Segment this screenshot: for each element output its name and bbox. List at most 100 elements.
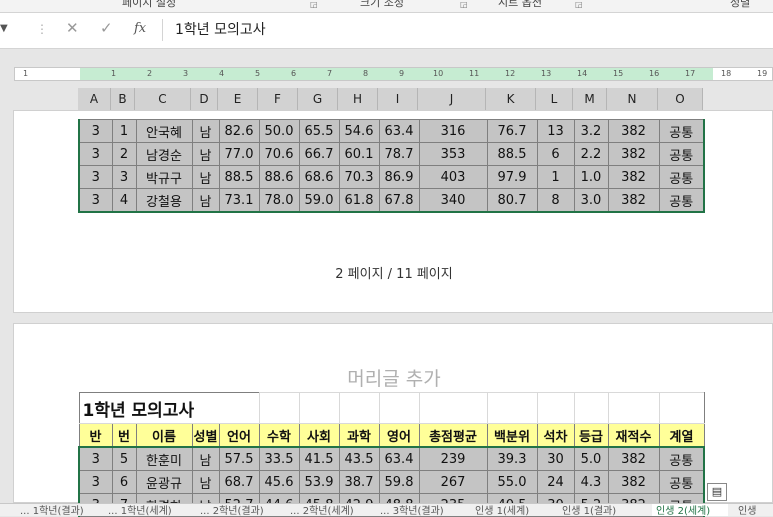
cell[interactable] — [298, 392, 340, 424]
cell[interactable]: 382 — [607, 446, 660, 471]
column-header-f[interactable]: F — [258, 88, 298, 110]
header-cell[interactable]: 영어 — [378, 423, 420, 448]
cell[interactable]: 382 — [607, 119, 660, 143]
cell[interactable]: 5 — [111, 446, 137, 471]
cell[interactable]: 4 — [111, 188, 137, 213]
cell[interactable]: 1.0 — [573, 165, 609, 189]
cell[interactable]: 공통 — [658, 470, 705, 494]
header-cell[interactable]: 성별 — [191, 423, 220, 448]
cell[interactable]: 59.0 — [298, 188, 340, 213]
cell[interactable] — [338, 392, 380, 424]
column-header-i[interactable]: I — [378, 88, 418, 110]
cell[interactable]: 97.9 — [486, 165, 538, 189]
cell[interactable]: 3.0 — [573, 188, 609, 213]
cell[interactable] — [486, 392, 538, 424]
cell[interactable]: 77.0 — [218, 142, 260, 166]
active-sheet-tab[interactable]: 인생 2(세계) — [652, 504, 728, 516]
column-header-g[interactable]: G — [298, 88, 338, 110]
cell[interactable]: 53.9 — [298, 470, 340, 494]
cell[interactable]: 윤광규 — [135, 470, 193, 494]
cell[interactable]: 88.5 — [486, 142, 538, 166]
header-cell[interactable]: 재적수 — [607, 423, 660, 448]
formula-input[interactable]: 1학년 모의고사 — [162, 19, 773, 41]
paste-options-icon[interactable]: ▤ — [707, 483, 727, 501]
cell[interactable]: 1 — [536, 165, 575, 189]
cell[interactable]: 남 — [191, 142, 220, 166]
cell[interactable]: 66.7 — [298, 142, 340, 166]
header-cell[interactable]: 총점평균 — [418, 423, 488, 448]
cell[interactable]: 33.5 — [258, 446, 300, 471]
cell[interactable]: 382 — [607, 165, 660, 189]
header-cell[interactable]: 등급 — [573, 423, 609, 448]
cell[interactable]: 61.8 — [338, 188, 380, 213]
cell[interactable] — [573, 392, 609, 424]
cell[interactable]: 24 — [536, 470, 575, 494]
column-header-e[interactable]: E — [218, 88, 258, 110]
sheet-options-launcher-icon[interactable]: ◲ — [575, 0, 583, 9]
cell[interactable]: 38.7 — [338, 470, 380, 494]
cell[interactable]: 239 — [418, 446, 488, 471]
cell[interactable]: 382 — [607, 470, 660, 494]
cell[interactable]: 54.6 — [338, 119, 380, 143]
cell[interactable] — [418, 392, 488, 424]
cell[interactable]: 3 — [78, 165, 113, 189]
cell[interactable]: 공통 — [658, 142, 705, 166]
cell[interactable]: 403 — [418, 165, 488, 189]
insert-function-button[interactable]: fx — [134, 21, 146, 36]
cell[interactable]: 30 — [536, 446, 575, 471]
column-header-n[interactable]: N — [607, 88, 658, 110]
cell[interactable]: 공통 — [658, 188, 705, 213]
confirm-edit-button[interactable]: ✓ — [100, 19, 113, 37]
cell[interactable]: 39.3 — [486, 446, 538, 471]
cell[interactable]: 남 — [191, 165, 220, 189]
cell[interactable]: 안국혜 — [135, 119, 193, 143]
cell[interactable]: 340 — [418, 188, 488, 213]
scale-launcher-icon[interactable]: ◲ — [460, 0, 468, 9]
cell[interactable]: 63.4 — [378, 446, 420, 471]
cell[interactable]: 68.7 — [218, 470, 260, 494]
cell[interactable]: 3 — [111, 165, 137, 189]
column-header-o[interactable]: O — [658, 88, 703, 110]
cell[interactable]: 80.7 — [486, 188, 538, 213]
column-header-b[interactable]: B — [111, 88, 135, 110]
cell[interactable]: 267 — [418, 470, 488, 494]
ribbon-group-scale[interactable]: 크기 조정 — [360, 0, 404, 10]
cell[interactable]: 남경순 — [135, 142, 193, 166]
cell[interactable]: 88.6 — [258, 165, 300, 189]
header-cell[interactable]: 수학 — [258, 423, 300, 448]
header-cell[interactable]: 계열 — [658, 423, 705, 448]
cell[interactable]: 남 — [191, 446, 220, 471]
cell[interactable]: 50.0 — [258, 119, 300, 143]
cell[interactable]: 2.2 — [573, 142, 609, 166]
cell[interactable]: 55.0 — [486, 470, 538, 494]
name-box-dropdown-icon[interactable]: ▼ — [0, 23, 8, 34]
cell[interactable]: 6 — [111, 470, 137, 494]
cell[interactable]: 63.4 — [378, 119, 420, 143]
ribbon-group-page-setup[interactable]: 페이지 설정 — [122, 0, 176, 10]
header-cell[interactable]: 사회 — [298, 423, 340, 448]
header-cell[interactable]: 석차 — [536, 423, 575, 448]
column-header-m[interactable]: M — [573, 88, 607, 110]
header-cell[interactable]: 번 — [111, 423, 137, 448]
sheet-tab[interactable]: ... 3학년(결과) — [380, 504, 444, 516]
cell[interactable]: 78.7 — [378, 142, 420, 166]
header-cell[interactable]: 반 — [78, 423, 113, 448]
cell[interactable]: 3.2 — [573, 119, 609, 143]
cell[interactable]: 13 — [536, 119, 575, 143]
sheet-tab[interactable]: 인생 1(세계) — [475, 504, 529, 516]
page-setup-launcher-icon[interactable]: ◲ — [310, 0, 318, 9]
cell[interactable]: 6 — [536, 142, 575, 166]
sheet-tab[interactable]: 인생 1(결과) — [562, 504, 616, 516]
cell[interactable]: 78.0 — [258, 188, 300, 213]
cell[interactable] — [258, 392, 300, 424]
cell[interactable]: 남 — [191, 470, 220, 494]
cell[interactable]: 3 — [78, 446, 113, 471]
column-header-k[interactable]: K — [486, 88, 536, 110]
cell[interactable]: 59.8 — [378, 470, 420, 494]
cell[interactable]: 65.5 — [298, 119, 340, 143]
cell[interactable] — [378, 392, 420, 424]
cell[interactable]: 67.8 — [378, 188, 420, 213]
cell[interactable]: 353 — [418, 142, 488, 166]
cell[interactable]: 3 — [78, 188, 113, 213]
sheet-tab[interactable]: 인생 — [738, 504, 756, 516]
